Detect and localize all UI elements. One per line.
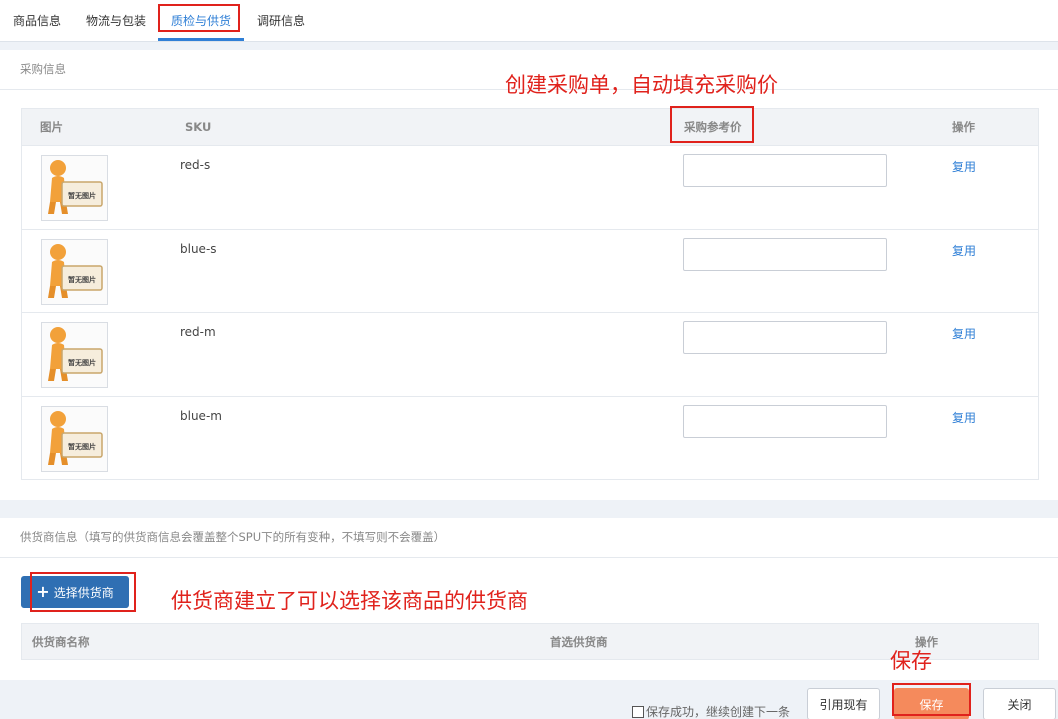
reuse-link[interactable]: 复用 — [952, 242, 976, 259]
purchase-price-input[interactable] — [683, 237, 887, 271]
no-image-placeholder: 暂无图片 — [41, 238, 108, 305]
svg-text:暂无图片: 暂无图片 — [68, 442, 96, 451]
sku-code: blue-s — [180, 241, 217, 256]
table-row: 暂无图片 red-s 复用 — [22, 146, 1038, 230]
col-preferred-supplier: 首选供货商 — [550, 635, 608, 649]
col-supplier-name: 供货商名称 — [32, 635, 90, 649]
no-image-placeholder: 暂无图片 — [41, 155, 108, 221]
tab-product-info[interactable]: 商品信息 — [13, 12, 61, 30]
table-row: 暂无图片 blue-s 复用 — [22, 230, 1038, 313]
purchase-price-input[interactable] — [683, 404, 887, 438]
sku-code: red-s — [180, 158, 211, 172]
annotation-box-price-column — [670, 106, 754, 143]
sku-table-header: 图片 SKU 采购参考价 操作 — [22, 109, 1038, 146]
svg-text:暂无图片: 暂无图片 — [68, 191, 96, 200]
annotation-purchase-note: 创建采购单，自动填充采购价 — [505, 73, 778, 97]
supplier-table-header: 供货商名称 首选供货商 操作 — [21, 623, 1039, 660]
reuse-link[interactable]: 复用 — [952, 158, 976, 175]
person-holding-sign-icon: 暂无图片 — [48, 160, 103, 214]
active-tab-indicator — [158, 38, 244, 41]
person-holding-sign-icon: 暂无图片 — [48, 327, 103, 381]
save-and-continue-label: 保存成功，继续创建下一条 — [646, 705, 791, 719]
svg-text:暂无图片: 暂无图片 — [68, 275, 96, 284]
annotation-box-select-supplier — [30, 572, 136, 612]
sku-code: blue-m — [180, 408, 222, 423]
reuse-link[interactable]: 复用 — [952, 325, 976, 342]
tab-logistics-packaging[interactable]: 物流与包装 — [86, 12, 146, 30]
reuse-link[interactable]: 复用 — [952, 409, 976, 426]
save-and-continue-option[interactable]: 保存成功，继续创建下一条 — [632, 703, 790, 719]
no-image-placeholder: 暂无图片 — [41, 405, 108, 472]
cite-existing-button[interactable]: 引用现有 — [807, 688, 880, 719]
annotation-save-note: 保存 — [890, 649, 932, 673]
annotation-box-tab — [158, 4, 240, 32]
purchase-price-input[interactable] — [683, 154, 887, 187]
col-action: 操作 — [952, 120, 975, 134]
close-button[interactable]: 关闭 — [983, 688, 1056, 719]
supplier-panel-title: 供货商信息（填写的供货商信息会覆盖整个SPU下的所有变种，不填写则不会覆盖） — [0, 518, 1058, 558]
tab-research-info[interactable]: 调研信息 — [257, 12, 305, 30]
annotation-box-save — [892, 683, 971, 716]
col-image: 图片 — [40, 120, 63, 134]
sku-table: 图片 SKU 采购参考价 操作 暂无图片 red-s 复用 暂无图片 blue-… — [21, 108, 1039, 480]
sku-code: red-m — [180, 325, 216, 339]
table-row: 暂无图片 red-m 复用 — [22, 313, 1038, 397]
save-and-continue-checkbox[interactable] — [632, 705, 644, 718]
table-row: 暂无图片 blue-m 复用 — [22, 397, 1038, 481]
no-image-placeholder: 暂无图片 — [41, 322, 108, 388]
person-holding-sign-icon: 暂无图片 — [48, 243, 103, 298]
col-sku: SKU — [185, 120, 212, 134]
annotation-supplier-note: 供货商建立了可以选择该商品的供货商 — [171, 589, 528, 613]
purchase-price-input[interactable] — [683, 321, 887, 354]
svg-text:暂无图片: 暂无图片 — [68, 358, 96, 367]
person-holding-sign-icon: 暂无图片 — [48, 410, 103, 465]
